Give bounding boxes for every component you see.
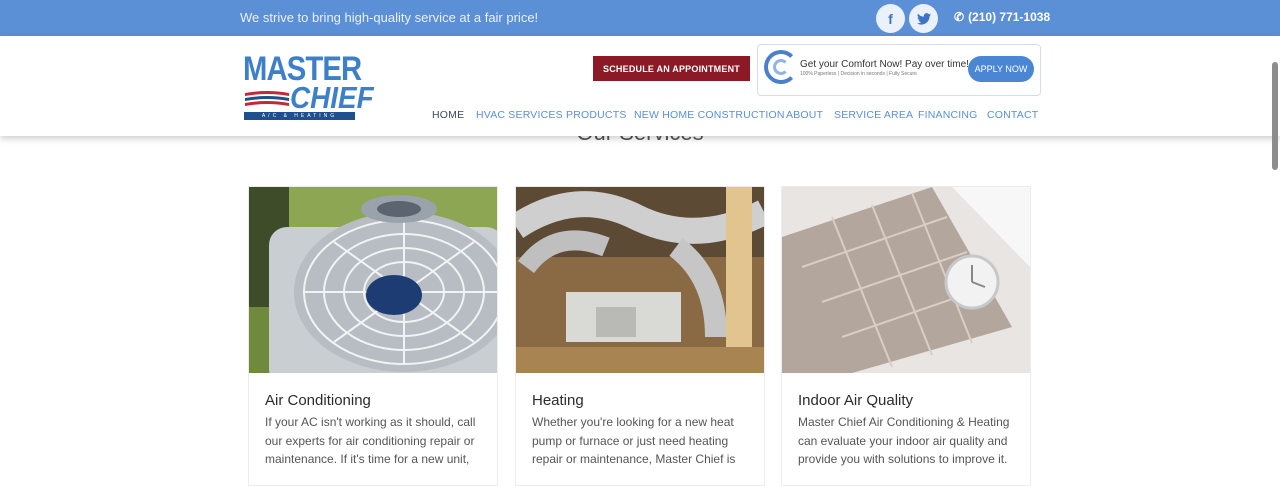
nav-about[interactable]: ABOUT [786,109,823,121]
nav-contact[interactable]: CONTACT [987,109,1038,121]
apply-now-button[interactable]: APPLY NOW [968,56,1034,82]
phone-number: (210) 771-1038 [968,10,1051,24]
service-card-indoor-air-quality[interactable]: Indoor Air Quality Master Chief Air Cond… [781,186,1031,486]
nav-products[interactable]: PRODUCTS [566,109,627,121]
nav-financing[interactable]: FINANCING [918,109,978,121]
twitter-icon[interactable] [909,4,938,33]
card-title[interactable]: Air Conditioning [265,392,371,409]
air-filter-photo [782,187,1030,373]
card-title[interactable]: Heating [532,392,584,409]
nav-hvac-services[interactable]: HVAC SERVICES [476,109,563,121]
service-card-air-conditioning[interactable]: Air Conditioning If your AC isn't workin… [248,186,498,486]
facebook-icon[interactable]: f [876,4,905,33]
service-card-heating[interactable]: Heating Whether you're looking for a new… [515,186,765,486]
card-text: Master Chief Air Conditioning & Heating … [798,415,1010,466]
top-bar: We strive to bring high-quality service … [0,0,1280,36]
financing-logo-icon [764,50,798,84]
flag-icon [245,91,289,106]
tagline: We strive to bring high-quality service … [240,10,539,25]
schedule-appointment-button[interactable]: SCHEDULE AN APPOINTMENT [593,56,750,81]
scrollbar-thumb[interactable] [1272,62,1278,170]
phone-link[interactable]: ✆ (210) 771-1038 [954,10,1050,24]
card-title[interactable]: Indoor Air Quality [798,392,913,409]
nav-home[interactable]: HOME [432,109,464,121]
card-text: If your AC isn't working as it should, c… [265,415,476,466]
air-conditioner-photo [249,187,497,373]
furnace-ductwork-photo [516,187,764,373]
financing-banner[interactable]: Get your Comfort Now! Pay over time! 100… [757,44,1041,96]
card-text: Whether you're looking for a new heat pu… [532,415,736,466]
financing-subtitle: 100% Paperless | Decision in seconds | F… [800,71,917,77]
phone-icon: ✆ [954,10,965,24]
nav-service-area[interactable]: SERVICE AREA [834,109,913,121]
financing-title: Get your Comfort Now! Pay over time! [800,59,969,70]
site-header: MASTER CHIEF A/C & HEATING SCHEDULE AN A… [0,36,1280,136]
main-nav: HOME HVAC SERVICES PRODUCTS NEW HOME CON… [0,109,1280,125]
nav-new-home-construction[interactable]: NEW HOME CONSTRUCTION [634,109,785,121]
twitter-bird-icon [916,12,931,25]
